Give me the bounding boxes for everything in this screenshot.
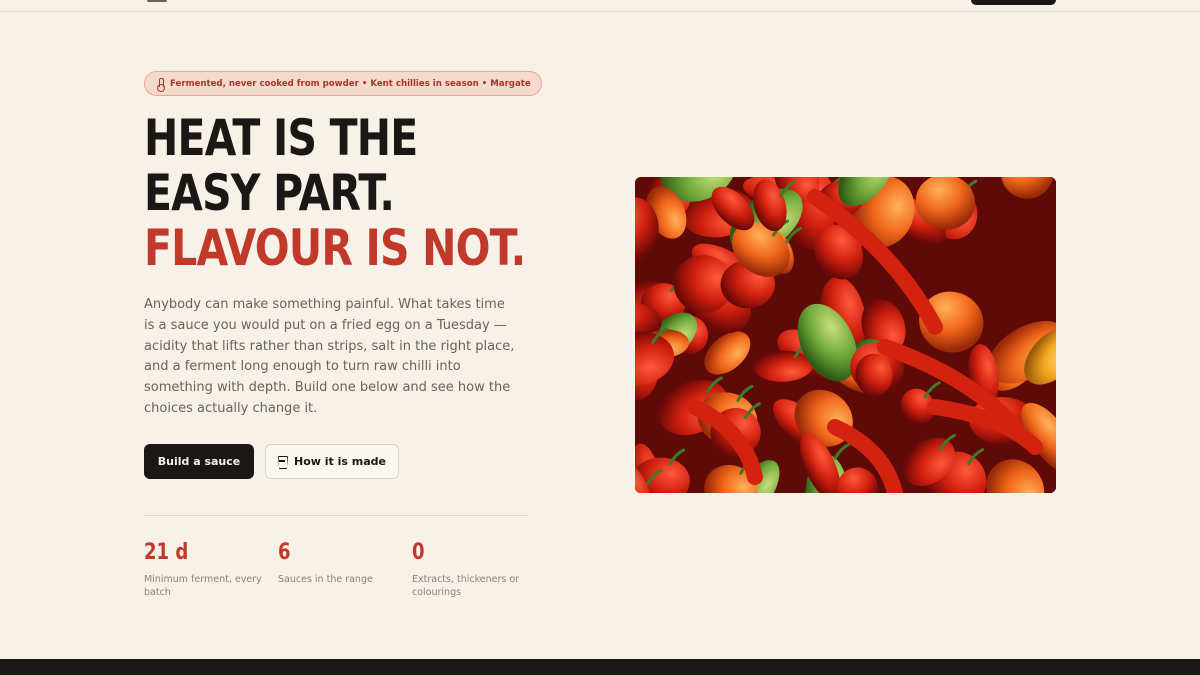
chilli-peppers-illustration — [635, 177, 1056, 493]
stat-ferment: 21 d Minimum ferment, every batch — [144, 540, 262, 599]
stat-label: Extracts, thickeners or colourings — [412, 574, 520, 598]
build-sauce-button[interactable]: Build a sauce — [144, 444, 254, 479]
stat-value: 21 d — [144, 540, 189, 565]
nav-cta-button[interactable] — [971, 0, 1056, 5]
origin-badge: Fermented, never cooked from powder • Ke… — [144, 71, 542, 96]
thermometer-icon — [157, 78, 165, 92]
landing-page: Fermented, never cooked from powder • Ke… — [0, 0, 1200, 675]
headline-line-3: FLAVOUR IS NOT. — [144, 219, 526, 277]
stat-value: 6 — [278, 540, 291, 565]
top-navigation — [0, 0, 1200, 12]
headline-line-2: EASY PART. — [144, 164, 395, 222]
glass-icon — [278, 456, 286, 467]
hero-headline: HEAT IS THE EASY PART. FLAVOUR IS NOT. — [144, 109, 526, 277]
stat-value: 0 — [412, 540, 425, 565]
stat-additives: 0 Extracts, thickeners or colourings — [412, 540, 530, 599]
hero-lede: Anybody can make something painful. What… — [144, 297, 515, 416]
build-sauce-label: Build a sauce — [157, 455, 241, 468]
stat-sauces: 6 Sauces in the range — [278, 540, 396, 586]
chilli-peppers-image — [635, 177, 1056, 493]
stat-label: Minimum ferment, every batch — [144, 574, 262, 598]
stat-label: Sauces in the range — [278, 574, 373, 585]
how-it-is-made-label: How it is made — [294, 455, 386, 468]
stats-divider — [144, 515, 528, 516]
menu-icon[interactable] — [147, 0, 167, 2]
how-it-is-made-button[interactable]: How it is made — [265, 444, 399, 479]
footer-band — [0, 659, 1200, 675]
headline-line-1: HEAT IS THE — [144, 109, 418, 167]
badge-text: Fermented, never cooked from powder • Ke… — [170, 78, 531, 89]
